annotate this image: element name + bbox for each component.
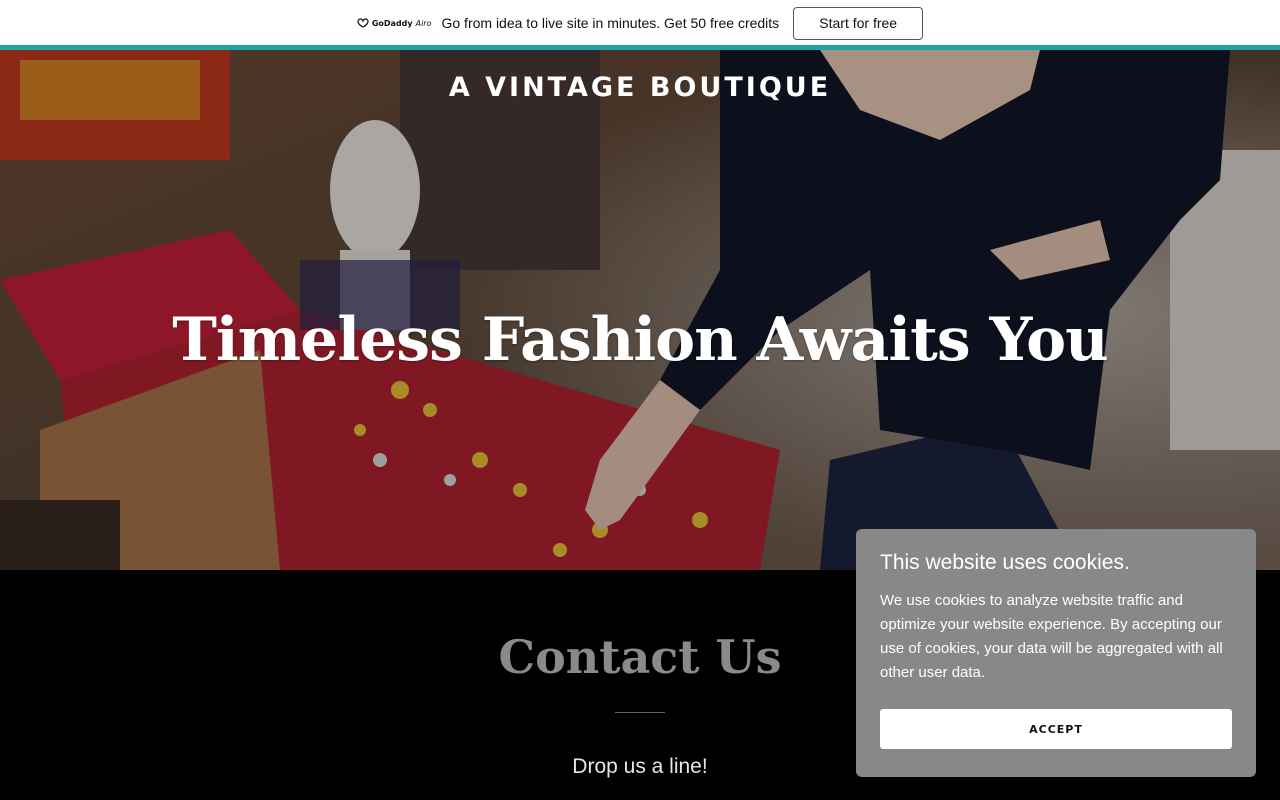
promo-bar: GoDaddy Airo Go from idea to live site i… <box>0 0 1280 46</box>
hero-headline: Timeless Fashion Awaits You <box>172 305 1109 375</box>
godaddy-icon <box>357 18 369 28</box>
godaddy-airo-logo: GoDaddy Airo <box>357 18 432 28</box>
promo-message: Go from idea to live site in minutes. Ge… <box>441 15 780 31</box>
logo-product: Airo <box>415 18 432 28</box>
accept-cookies-button[interactable]: ACCEPT <box>880 709 1232 749</box>
start-for-free-button[interactable]: Start for free <box>793 6 924 40</box>
section-divider <box>615 712 665 713</box>
site-title[interactable]: A VINTAGE BOUTIQUE <box>0 72 1280 103</box>
cookie-body: We use cookies to analyze website traffi… <box>880 592 1223 681</box>
cookie-banner: This website uses cookies. We use cookie… <box>856 529 1256 777</box>
logo-brand: GoDaddy <box>371 18 413 28</box>
hero-section: A VINTAGE BOUTIQUE Timeless Fashion Awai… <box>0 50 1280 570</box>
cookie-title: This website uses cookies. <box>880 551 1130 574</box>
